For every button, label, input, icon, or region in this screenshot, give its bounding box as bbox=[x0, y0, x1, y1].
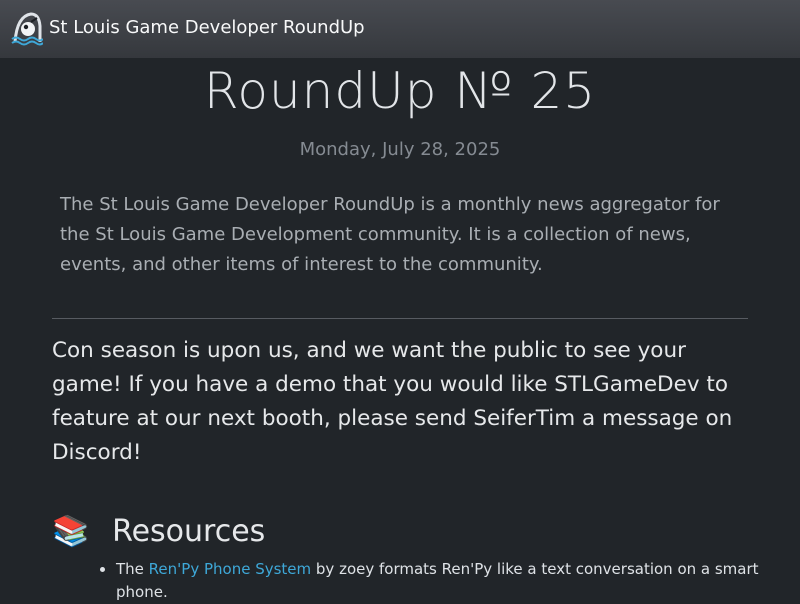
section-divider bbox=[52, 318, 748, 319]
list-item-prefix: The bbox=[116, 560, 149, 578]
navbar: St Louis Game Developer RoundUp bbox=[0, 0, 800, 58]
list-item: The Ren'Py Phone System by zoey formats … bbox=[116, 558, 776, 604]
resources-section-heading: 📚 Resources bbox=[52, 510, 265, 554]
page-title: RoundUp № 25 bbox=[203, 62, 597, 120]
renpy-phone-system-link[interactable]: Ren'Py Phone System bbox=[149, 560, 311, 578]
section-title: Resources bbox=[112, 514, 266, 549]
resources-list: The Ren'Py Phone System by zoey formats … bbox=[96, 558, 776, 604]
intro-paragraph: The St Louis Game Developer RoundUp is a… bbox=[60, 194, 720, 275]
stl-arch-mascot-icon[interactable] bbox=[11, 12, 43, 46]
books-icon: 📚 bbox=[52, 514, 90, 549]
publish-date: Monday, July 28, 2025 bbox=[299, 139, 501, 160]
site-brand-link[interactable]: St Louis Game Developer RoundUp bbox=[49, 17, 365, 39]
announcement-paragraph: Con season is upon us, and we want the p… bbox=[52, 338, 733, 465]
